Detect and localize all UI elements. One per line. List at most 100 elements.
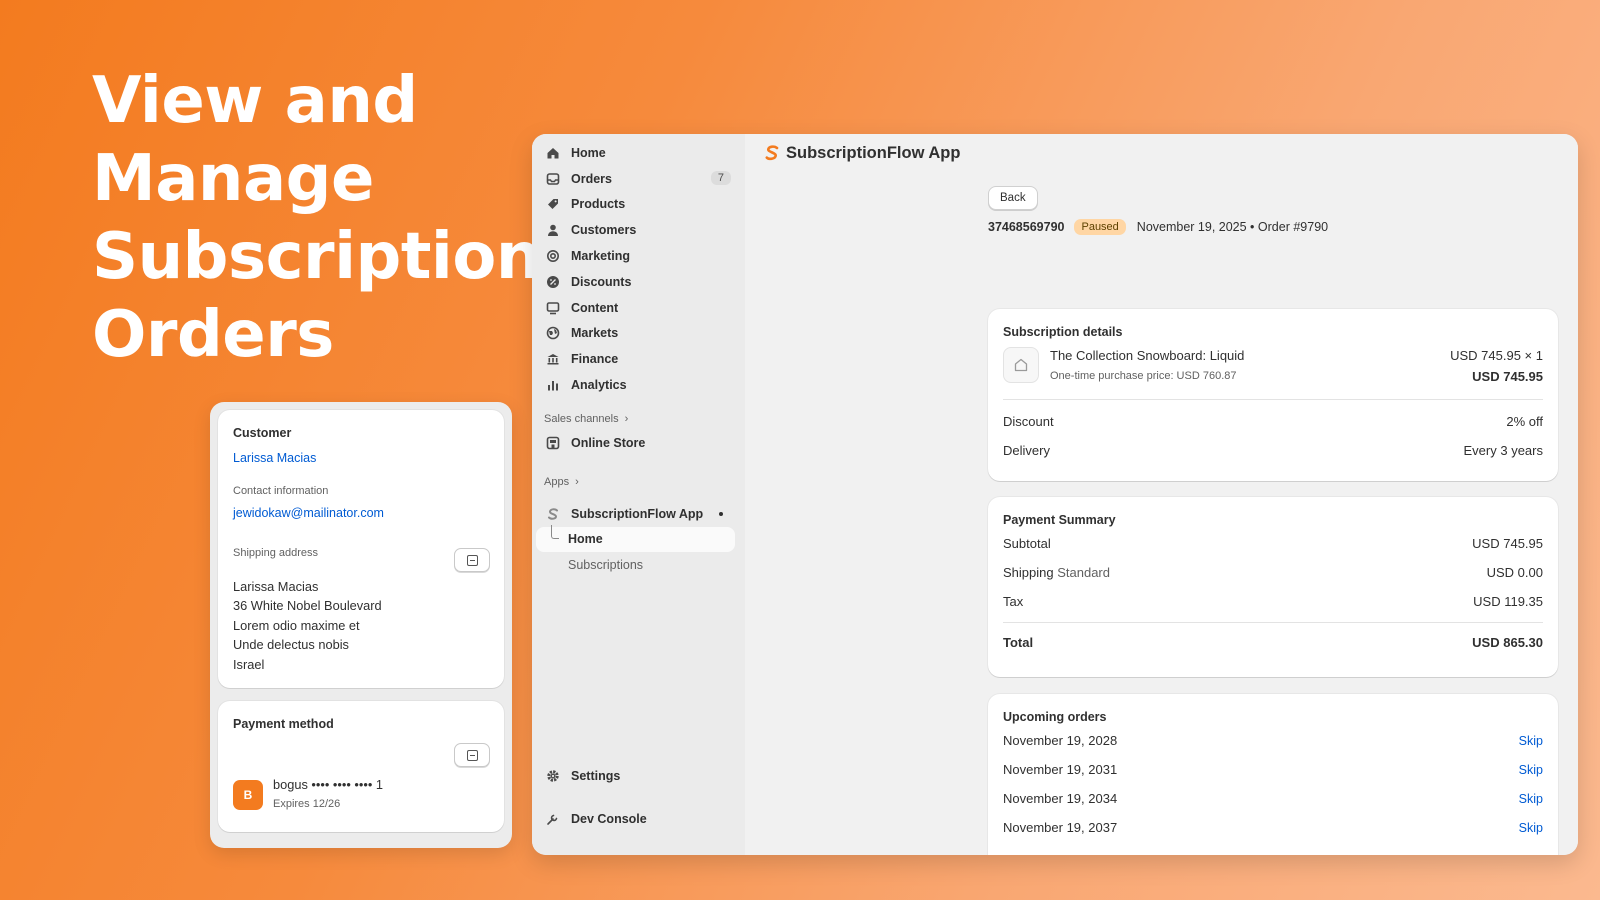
upcoming-order-row: November 19, 2028 Skip [1003,733,1543,748]
home-icon [546,146,560,160]
subtotal-value: USD 745.95 [1472,536,1543,551]
tax-value: USD 119.35 [1473,594,1543,609]
apps-header[interactable]: Apps › [532,471,745,493]
discount-label: Discount [1003,414,1054,429]
sidebar-item-label: Dev Console [571,811,647,826]
sidebar-item-label: SubscriptionFlow App [571,506,704,521]
discount-value: 2% off [1506,414,1543,429]
subtotal-row: Subtotal USD 745.95 [1003,536,1543,551]
edit-shipping-button[interactable] [454,548,490,572]
order-meta: November 19, 2025 • Order #9790 [1136,220,1329,234]
app-logo-icon [546,507,560,521]
sidebar-item-finance[interactable]: Finance [532,346,745,372]
sidebar-item-discounts[interactable]: Discounts [532,269,745,295]
address-line: Israel [233,656,265,672]
product-line: The Collection Snowboard: Liquid One-tim… [1003,347,1543,384]
payment-summary-card: Payment Summary Subtotal USD 745.95 Ship… [988,497,1558,677]
sidebar-item-label: Markets [571,326,619,341]
sidebar-subitem-label: Subscriptions [568,558,644,573]
hero-title: View and Manage Subscription Orders [92,64,541,372]
skip-link[interactable]: Skip [1519,821,1543,835]
sidebar-item-content[interactable]: Content [532,295,745,321]
sidebar-item-customers[interactable]: Customers [532,217,745,243]
sidebar-item-orders[interactable]: Orders 7 [532,166,745,192]
tax-label: Tax [1003,594,1024,609]
divider [1003,622,1543,623]
card-expiry: Expires 12/26 [273,798,341,810]
customer-name-link[interactable]: Larissa Macias [233,451,489,465]
subscription-id: 37468569790 [988,220,1065,234]
main-content: SubscriptionFlow App Back 37468569790 Pa… [745,134,1578,855]
product-name: The Collection Snowboard: Liquid [1050,348,1245,363]
sidebar-subitem-home[interactable]: Home [536,524,735,553]
upcoming-order-row: November 19, 2037 Skip [1003,820,1543,835]
sidebar-item-products[interactable]: Products [532,192,745,218]
upcoming-orders-card: Upcoming orders November 19, 2028 Skip N… [988,694,1558,855]
gear-icon [546,769,560,783]
bank-icon [546,352,560,366]
total-label: Total [1003,635,1034,650]
sidebar-item-online-store[interactable]: Online Store [532,430,745,456]
globe-icon [546,326,560,340]
line-total: USD 745.95 [1472,369,1543,384]
orders-icon [546,172,560,186]
back-button[interactable]: Back [988,186,1038,210]
sidebar-subitem-subscriptions[interactable]: Subscriptions [532,552,745,578]
chevron-right-icon: › [624,412,629,425]
order-summary-line: 37468569790 Paused November 19, 2025 • O… [988,219,1328,235]
skip-link[interactable]: Skip [1519,734,1543,748]
subscription-details-card: Subscription details The Collection Snow… [988,309,1558,481]
customer-email-link[interactable]: jewidokaw@mailinator.com [233,506,489,520]
bar-chart-icon [546,378,560,392]
card-brand-icon: B [233,780,263,810]
delivery-row: Delivery Every 3 years [1003,443,1543,458]
sidebar-item-subscriptionflow-app[interactable]: SubscriptionFlow App [532,501,745,527]
shipping-value: USD 0.00 [1486,565,1543,580]
wrench-icon [546,812,560,826]
sidebar-item-label: Settings [571,768,621,783]
shipping-address-label: Shipping address [233,547,319,559]
shipping-label: Shipping [1003,565,1054,580]
skip-link[interactable]: Skip [1519,792,1543,806]
delivery-label: Delivery [1003,443,1050,458]
total-value: USD 865.30 [1472,635,1543,650]
sidebar-item-dev-console[interactable]: Dev Console [532,806,745,832]
total-row: Total USD 865.30 [1003,635,1543,650]
subtotal-label: Subtotal [1003,536,1051,551]
sidebar-item-analytics[interactable]: Analytics [532,372,745,398]
discount-icon [546,275,560,289]
address-line: Lorem odio maxime et [233,617,360,633]
sales-channels-header[interactable]: Sales channels › [532,408,745,430]
tax-row: Tax USD 119.35 [1003,594,1543,609]
edit-payment-button[interactable] [454,743,490,767]
customer-side-panel: Customer Larissa Macias Contact informat… [210,402,512,848]
upcoming-order-date: November 19, 2034 [1003,791,1118,806]
sidebar-item-marketing[interactable]: Marketing [532,243,745,269]
sidebar-item-settings[interactable]: Settings [532,763,745,789]
sidebar-item-home[interactable]: Home [532,140,745,166]
sidebar-item-label: Finance [571,352,619,367]
address-line: 36 White Nobel Boulevard [233,598,382,614]
customer-card: Customer Larissa Macias Contact informat… [218,410,504,688]
upcoming-order-row: November 19, 2034 Skip [1003,791,1543,806]
shipping-address: Larissa Macias 36 White Nobel Boulevard … [233,577,489,674]
skip-link[interactable]: Skip [1519,763,1543,777]
sidebar-item-markets[interactable]: Markets [532,321,745,347]
admin-window: Home Orders 7 Products Customers Marketi… [532,134,1578,855]
address-line: Larissa Macias [233,579,319,594]
tree-connector-icon [551,524,559,539]
sales-channels-label: Sales channels [544,412,619,425]
upcoming-order-date: November 19, 2028 [1003,733,1118,748]
upcoming-orders-title: Upcoming orders [1003,710,1107,724]
sidebar-item-label: Analytics [571,378,627,393]
sidebar: Home Orders 7 Products Customers Marketi… [532,134,745,855]
tag-icon [546,197,560,211]
sidebar-item-label: Customers [571,223,637,238]
sidebar-item-label: Orders [571,171,612,186]
sidebar-item-label: Content [571,300,619,315]
divider [1003,399,1543,400]
target-icon [546,249,560,263]
app-title: SubscriptionFlow App [786,143,961,162]
sidebar-item-label: Home [571,145,606,160]
contact-info-label: Contact information [233,485,329,497]
